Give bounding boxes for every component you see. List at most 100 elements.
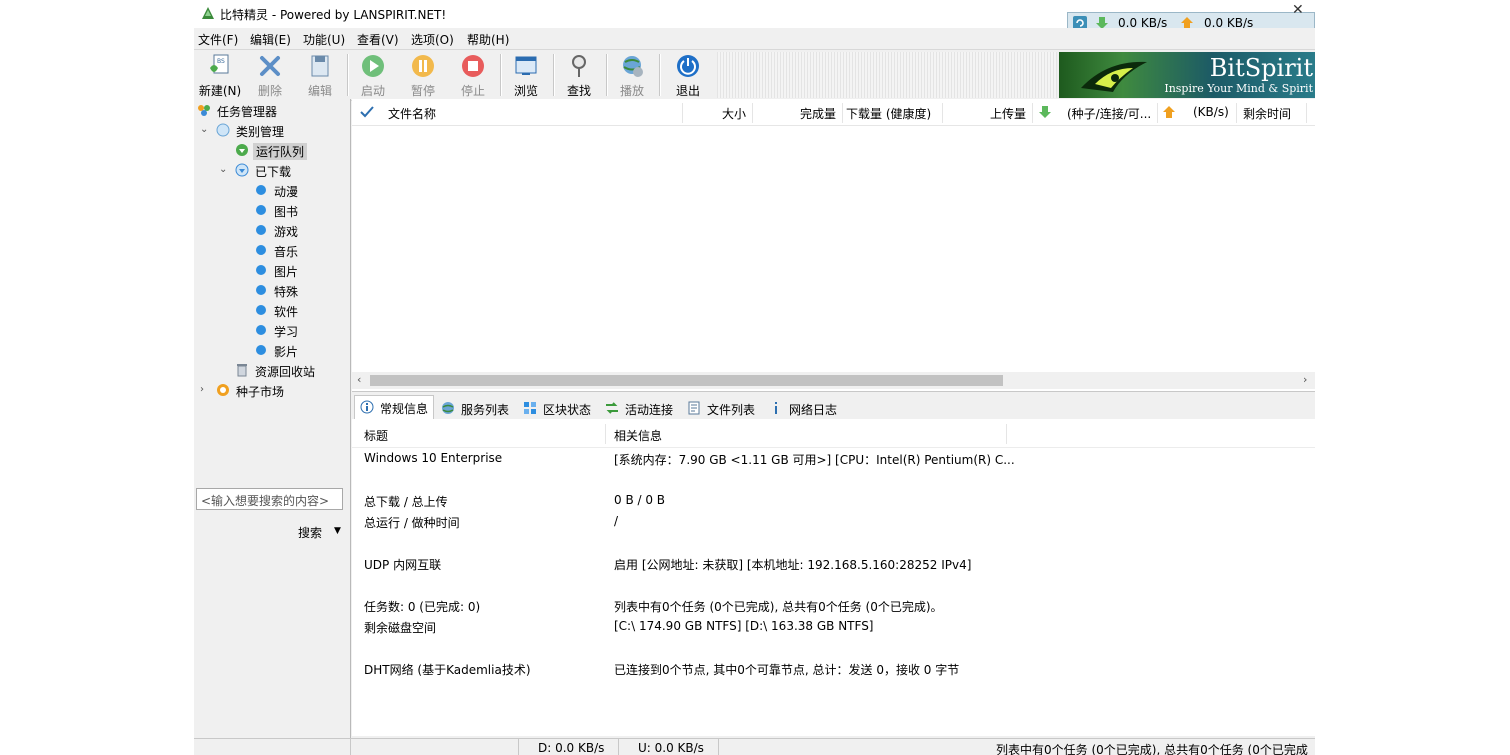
new-button[interactable]: BS 新建(N) — [195, 52, 245, 98]
toolbar: BS 新建(N) 删除 编辑 启动 暂停 停止 浏览 查找 播放 退出 BitS… — [194, 49, 1315, 101]
scrollbar-thumb[interactable] — [370, 375, 1003, 386]
upload-arrow-icon — [1163, 106, 1175, 118]
running-arrow-icon — [236, 144, 248, 156]
column-remaining-time[interactable]: 剩余时间 — [1243, 105, 1291, 122]
search-button[interactable]: 搜索 — [298, 524, 322, 541]
info-header: 标题 相关信息 — [352, 419, 1315, 448]
folder-dot-icon — [256, 245, 266, 255]
power-icon — [677, 55, 699, 77]
menu-view[interactable]: 查看(V) — [357, 31, 399, 48]
downloaded-icon — [235, 163, 249, 177]
status-bar: D: 0.0 KB/s U: 0.0 KB/s 列表中有0个任务 (0个已完成)… — [194, 738, 1315, 755]
start-button[interactable]: 启动 — [348, 52, 398, 98]
info-row: 总下载 / 总上传 0 B / 0 B — [364, 493, 666, 509]
menu-bar: 文件(F) 编辑(E) 功能(U) 查看(V) 选项(O) 帮助(H) — [194, 28, 1315, 49]
tab-service-list[interactable]: 服务列表 — [436, 397, 516, 419]
checkmark-icon[interactable] — [360, 106, 374, 118]
delete-x-icon — [260, 56, 280, 76]
folder-dot-icon — [256, 225, 266, 235]
bitspirit-eye-icon — [1081, 61, 1147, 92]
chevron-right-icon[interactable]: › — [200, 384, 204, 395]
play-circle-icon — [362, 55, 384, 77]
tab-network-log[interactable]: 网络日志 — [764, 397, 846, 419]
play-globe-icon — [623, 56, 643, 77]
menu-file[interactable]: 文件(F) — [198, 31, 238, 48]
browse-window-icon — [515, 56, 537, 75]
close-icon[interactable]: ✕ — [1292, 2, 1304, 18]
general-info-panel: 标题 相关信息 Windows 10 Enterprise [系统内存：7.90… — [352, 419, 1315, 736]
status-upload-speed: U: 0.0 KB/s — [638, 741, 704, 755]
edit-button[interactable]: 编辑 — [295, 52, 345, 98]
info-row: DHT网络 (基于Kademlia技术) 已连接到0个节点, 其中0个可靠节点,… — [364, 663, 960, 677]
sidebar: 任务管理器 ⌄ 类别管理 运行队列 ⌄ 已下载 动漫 图书 游戏 音乐 图片 特… — [194, 99, 351, 740]
menu-help[interactable]: 帮助(H) — [467, 31, 509, 48]
info-header-title[interactable]: 标题 — [364, 427, 388, 444]
stop-button[interactable]: 停止 — [448, 52, 498, 98]
pause-button[interactable]: 暂停 — [398, 52, 448, 98]
column-seeds[interactable]: (种子/连接/可... — [1067, 105, 1151, 122]
app-logo-icon — [202, 7, 214, 19]
chevron-down-icon[interactable]: ⌄ — [200, 124, 208, 135]
folder-dot-icon — [256, 345, 266, 355]
task-manager-icon — [198, 105, 210, 116]
new-torrent-icon: BS — [210, 54, 229, 74]
tab-active-connections[interactable]: 活动连接 — [600, 397, 682, 419]
detail-tabs: 常规信息 服务列表 区块状态 活动连接 文件列表 网络日志 — [352, 395, 1315, 420]
file-list-icon — [688, 401, 700, 415]
svg-text:BS: BS — [217, 58, 225, 65]
tab-block-status[interactable]: 区块状态 — [518, 397, 600, 419]
info-header-value[interactable]: 相关信息 — [614, 427, 662, 444]
edit-document-icon — [311, 55, 329, 77]
column-size[interactable]: 大小 — [722, 105, 746, 122]
play-button[interactable]: 播放 — [607, 52, 657, 98]
menu-edit[interactable]: 编辑(E) — [250, 31, 291, 48]
folder-dot-icon — [256, 305, 266, 315]
status-download-speed: D: 0.0 KB/s — [538, 741, 605, 755]
app-window: 比特精灵 - Powered by LANSPIRIT.NET! 0.0 KB/… — [194, 0, 1315, 755]
market-icon — [217, 384, 229, 396]
connections-arrows-icon — [606, 402, 618, 414]
column-file-name[interactable]: 文件名称 — [388, 105, 436, 122]
folder-dot-icon — [256, 205, 266, 215]
browse-button[interactable]: 浏览 — [501, 52, 551, 98]
download-arrow-icon — [1039, 106, 1051, 118]
search-input[interactable]: <输入想要搜索的内容> — [196, 488, 343, 510]
column-speed[interactable]: (KB/s) — [1193, 105, 1229, 119]
trash-icon — [237, 364, 247, 377]
banner-tagline: Inspire Your Mind & Spirit — [1164, 82, 1313, 95]
chevron-down-icon[interactable]: ▼ — [334, 526, 341, 536]
toolbar-grip — [717, 52, 1057, 98]
status-summary: 列表中有0个任务 (0个已完成), 总共有0个任务 (0个已完成 — [996, 743, 1308, 755]
info-i-icon — [775, 402, 777, 414]
column-uploaded[interactable]: 上传量 — [990, 105, 1026, 122]
info-row: Windows 10 Enterprise [系统内存：7.90 GB <1.1… — [364, 451, 1015, 467]
column-downloaded[interactable]: 下载量 (健康度) — [846, 105, 931, 122]
find-button[interactable]: 查找 — [554, 52, 604, 98]
info-row: UDP 内网互联 启用 [公网地址: 未获取] [本机地址: 192.168.5… — [364, 558, 972, 572]
info-row: 剩余磁盘空间 [C:\ 174.90 GB NTFS] [D:\ 163.38 … — [364, 619, 874, 635]
window-title: 比特精灵 - Powered by LANSPIRIT.NET! — [220, 8, 447, 22]
info-row: 总运行 / 做种时间 / — [364, 514, 619, 530]
brand-banner: BitSpirit Inspire Your Mind & Spirit — [1059, 52, 1315, 98]
menu-options[interactable]: 选项(O) — [411, 31, 454, 48]
chevron-down-icon[interactable]: ⌄ — [219, 164, 227, 175]
chevron-right-icon[interactable]: › — [1303, 373, 1307, 386]
delete-button[interactable]: 删除 — [245, 52, 295, 98]
exit-button[interactable]: 退出 — [663, 52, 713, 98]
blocks-grid-icon — [524, 402, 536, 414]
pause-circle-icon — [412, 55, 434, 77]
horizontal-scrollbar[interactable]: ‹ › — [352, 372, 1315, 389]
menu-function[interactable]: 功能(U) — [303, 31, 345, 48]
info-row: 任务数: 0 (已完成: 0) 列表中有0个任务 (0个已完成), 总共有0个任… — [364, 600, 943, 614]
folder-dot-icon — [256, 265, 266, 275]
chevron-left-icon[interactable]: ‹ — [357, 373, 361, 386]
info-circle-icon — [360, 400, 374, 414]
folder-dot-icon — [256, 285, 266, 295]
column-completed[interactable]: 完成量 — [800, 105, 836, 122]
tab-general-info[interactable]: 常规信息 — [354, 395, 434, 420]
tab-file-list[interactable]: 文件列表 — [682, 397, 762, 419]
task-list[interactable]: 文件名称 大小 完成量 下载量 (健康度) 上传量 (种子/连接/可... (K… — [352, 99, 1315, 392]
stop-circle-icon — [462, 55, 484, 77]
banner-brand: BitSpirit — [1209, 54, 1313, 82]
folder-dot-icon — [256, 325, 266, 335]
